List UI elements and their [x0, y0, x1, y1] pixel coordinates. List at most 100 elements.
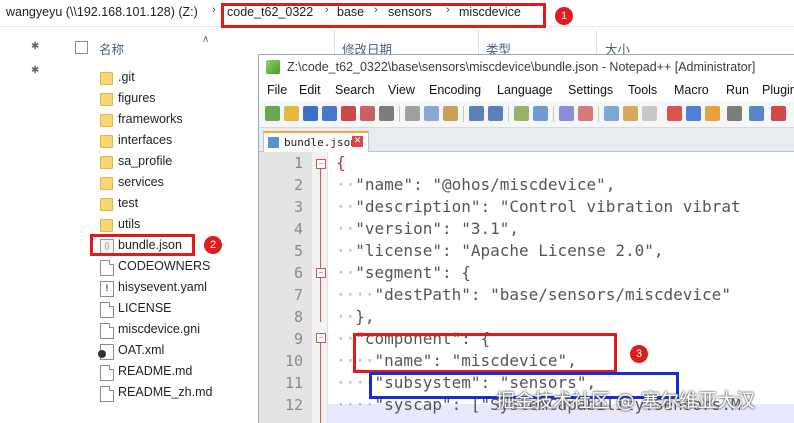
highlight-box-component	[353, 333, 617, 373]
folder-icon	[100, 198, 113, 211]
code-line: ··"segment": {	[336, 263, 471, 282]
callout-badge-1: 1	[555, 7, 573, 25]
code-text: "destPath": "base/sensors/miscdevice"	[374, 285, 731, 304]
callout-badge-2: 2	[204, 236, 222, 254]
word-wrap-icon[interactable]	[623, 106, 638, 121]
menu-run[interactable]: Run	[726, 83, 749, 97]
record-macro-icon[interactable]	[667, 106, 682, 121]
quick-access-pane: ✱ ✱	[0, 27, 56, 422]
menu-file[interactable]: File	[267, 83, 287, 97]
cut-icon[interactable]	[405, 106, 420, 121]
file-name: LICENSE	[118, 301, 172, 315]
paste-icon[interactable]	[443, 106, 458, 121]
column-divider[interactable]	[478, 30, 479, 56]
code-text: },	[355, 307, 375, 326]
line-number: 4	[293, 220, 303, 238]
toolbar-separator	[508, 106, 509, 122]
show-all-chars-icon[interactable]	[642, 106, 657, 121]
indent-dots: ··	[336, 197, 356, 216]
file-name: test	[118, 196, 139, 210]
indent-dots: ··	[336, 219, 356, 238]
zoom-out-icon[interactable]	[578, 106, 593, 121]
close-all-icon[interactable]	[360, 106, 375, 121]
fold-toggle-icon[interactable]: −	[316, 333, 326, 343]
line-number: 1	[293, 154, 303, 172]
file-name: README_zh.md	[118, 385, 213, 399]
file-icon	[100, 302, 114, 318]
folder-icon	[100, 135, 113, 148]
file-name: services	[118, 175, 164, 189]
file-name: .git	[118, 70, 135, 84]
copy-icon[interactable]	[424, 106, 439, 121]
stop-macro-icon[interactable]	[686, 106, 701, 121]
menu-search[interactable]: Search	[335, 83, 375, 97]
line-number: 12	[284, 396, 303, 414]
column-divider[interactable]	[596, 30, 597, 56]
toolbar-separator	[553, 106, 554, 122]
code-line: ··"version": "3.1",	[336, 219, 519, 238]
line-number: 9	[293, 330, 303, 348]
indent-guide-icon[interactable]	[727, 106, 742, 121]
column-divider[interactable]	[334, 30, 335, 56]
zoom-in-icon[interactable]	[559, 106, 574, 121]
sync-scroll-icon[interactable]	[604, 106, 619, 121]
file-icon	[100, 386, 114, 402]
breadcrumb-chevron-icon[interactable]: ›	[212, 4, 216, 16]
code-line: ··"description": "Control vibration vibr…	[336, 197, 741, 216]
breadcrumb-drive[interactable]: wangyeyu (\\192.168.101.128) (Z:)	[6, 5, 198, 19]
tab-bundle-json[interactable]: bundle.json ✕	[263, 131, 369, 153]
line-number: 3	[293, 198, 303, 216]
code-text: "license": "Apache License 2.0",	[355, 241, 664, 260]
callout-badge-3: 3	[630, 345, 648, 363]
folder-icon	[100, 156, 113, 169]
close-icon[interactable]	[341, 106, 356, 121]
playback-macro-icon[interactable]	[705, 106, 720, 121]
pin-icon[interactable]: ✱	[31, 65, 43, 77]
function-list-icon[interactable]	[749, 106, 764, 121]
document-map-icon[interactable]	[771, 106, 786, 121]
tab-label: bundle.json	[284, 136, 357, 149]
code-text: "version": "3.1",	[355, 219, 520, 238]
save-all-icon[interactable]	[322, 106, 337, 121]
find-icon[interactable]	[514, 106, 529, 121]
title-bar[interactable]: Z:\code_t62_0322\base\sensors\miscdevice…	[259, 55, 794, 79]
menu-macro[interactable]: Macro	[674, 83, 709, 97]
close-tab-icon[interactable]: ✕	[352, 136, 363, 147]
line-number: 6	[293, 264, 303, 282]
undo-icon[interactable]	[469, 106, 484, 121]
fold-line	[320, 168, 321, 269]
menu-tools[interactable]: Tools	[628, 83, 657, 97]
fold-toggle-icon[interactable]: −	[316, 159, 326, 169]
fold-line	[320, 277, 321, 322]
menu-encoding[interactable]: Encoding	[429, 83, 481, 97]
indent-dots: ··	[336, 175, 356, 194]
sort-caret-icon: ∧	[202, 34, 210, 45]
pin-icon[interactable]: ✱	[31, 41, 43, 53]
toolbar-separator	[399, 106, 400, 122]
print-icon[interactable]	[379, 106, 394, 121]
open-file-icon[interactable]	[284, 106, 299, 121]
line-number: 10	[284, 352, 303, 370]
menu-settings[interactable]: Settings	[568, 83, 613, 97]
menu-plugins[interactable]: Plugin	[762, 83, 794, 97]
select-all-checkbox[interactable]	[75, 41, 88, 54]
replace-icon[interactable]	[533, 106, 548, 121]
code-line: ····"destPath": "base/sensors/miscdevice…	[336, 285, 731, 304]
line-number: 7	[293, 286, 303, 304]
save-icon[interactable]	[303, 106, 318, 121]
menu-view[interactable]: View	[388, 83, 415, 97]
file-name: miscdevice.gni	[118, 322, 200, 336]
code-text: "description": "Control vibration vibrat	[355, 197, 741, 216]
new-file-icon[interactable]	[265, 106, 280, 121]
menu-language[interactable]: Language	[497, 83, 553, 97]
fold-toggle-icon[interactable]: −	[316, 268, 326, 278]
column-header-name[interactable]: 名称	[99, 39, 124, 58]
highlight-box-bundle-json	[90, 234, 195, 256]
file-name: hisysevent.yaml	[118, 280, 207, 294]
redo-icon[interactable]	[488, 106, 503, 121]
indent-dots: ··	[336, 241, 356, 260]
line-number: 5	[293, 242, 303, 260]
menu-edit[interactable]: Edit	[299, 83, 321, 97]
tab-bar: bundle.json ✕	[259, 128, 794, 153]
fold-line	[320, 342, 321, 423]
